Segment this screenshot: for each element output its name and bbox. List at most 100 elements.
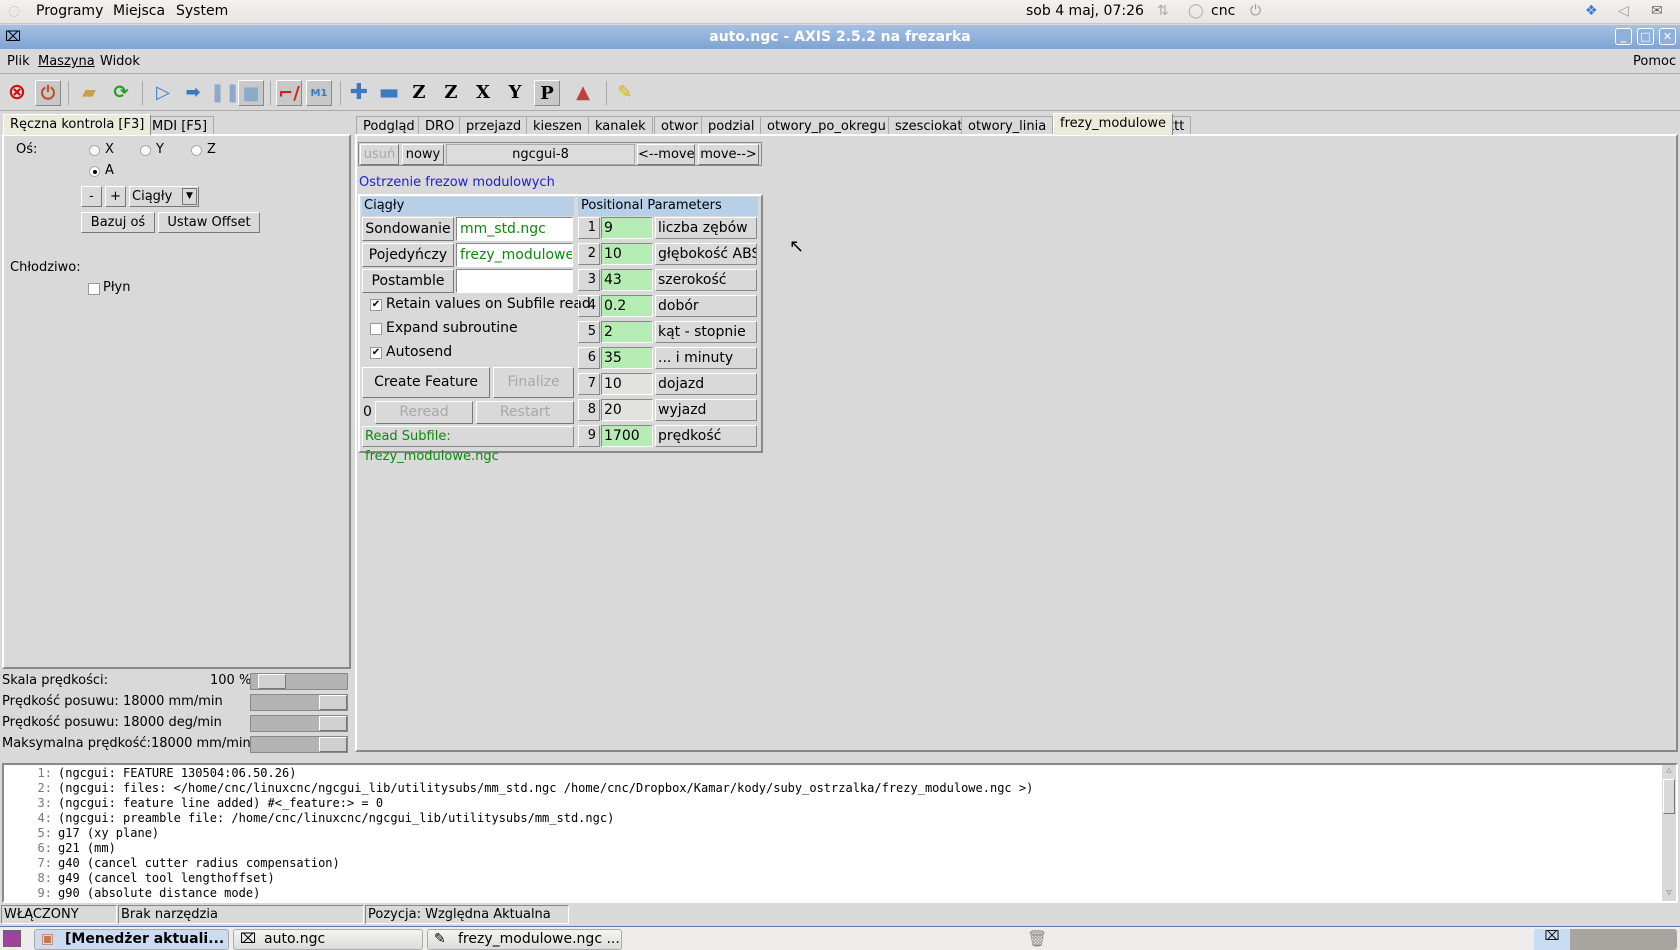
max-velocity-slider[interactable]	[250, 736, 348, 753]
postamble-file-field[interactable]	[456, 269, 573, 293]
power-icon[interactable]: ⏻	[1250, 3, 1261, 19]
autosend-checkbox[interactable]: ✔	[370, 347, 382, 359]
remove-button[interactable]: usuń	[360, 144, 399, 165]
tab-przejazd[interactable]: przejazd	[459, 116, 529, 136]
view-x-icon[interactable]: X	[470, 80, 496, 106]
scroll-down-icon[interactable]: ▽	[1662, 888, 1676, 901]
user-name[interactable]: cnc	[1211, 3, 1235, 19]
param-value-field[interactable]: 0.2	[601, 295, 653, 317]
workspace-switcher[interactable]: ⌧	[1534, 929, 1677, 950]
menu-programy[interactable]: Programy	[36, 3, 103, 19]
move-left-button[interactable]: <--move	[637, 144, 695, 165]
maximize-button[interactable]: □	[1637, 28, 1654, 45]
task-update-manager[interactable]: ▣ [Menedżer aktuali...	[34, 929, 229, 950]
trash-icon[interactable]: 🗑	[1027, 929, 1047, 948]
block-delete-icon[interactable]: ⌐/	[276, 80, 302, 106]
subfile-field[interactable]: frezy_modulowe.r	[456, 243, 573, 267]
retain-values-checkbox[interactable]: ✔	[370, 299, 382, 311]
tab-podzial[interactable]: podzial	[701, 116, 762, 136]
run-icon[interactable]: ▷	[150, 80, 176, 106]
flood-checkbox[interactable]	[88, 283, 100, 295]
gcode-listing[interactable]: 1: (ngcgui: FEATURE 130504:06.50.26) 2: (ng…	[2, 763, 1678, 903]
open-file-icon[interactable]: ▰	[76, 80, 102, 106]
angular-jog-speed-slider[interactable]	[250, 715, 348, 732]
scroll-up-icon[interactable]: △	[1662, 765, 1676, 778]
jog-speed-slider[interactable]	[250, 694, 348, 711]
gcode-line[interactable]: 3: (ngcgui: feature line added) #<_featur…	[4, 796, 384, 811]
param-value-field[interactable]: 35	[601, 347, 653, 369]
tab-dro[interactable]: DRO	[418, 116, 462, 136]
dropbox-icon[interactable]: ❖	[1585, 3, 1598, 19]
axis-x-radio[interactable]	[89, 145, 100, 156]
clear-plot-icon[interactable]: ✎	[612, 80, 638, 106]
task-editor[interactable]: ✎ frezy_modulowe.ngc ...	[427, 929, 622, 950]
jog-plus-button[interactable]: +	[105, 186, 126, 207]
jog-minus-button[interactable]: -	[81, 186, 102, 207]
subfile-button[interactable]: Pojedyńczy	[362, 243, 454, 267]
create-feature-button[interactable]: Create Feature	[362, 367, 490, 398]
gcode-line[interactable]: 6: g21 (mm)	[4, 841, 116, 856]
optional-stop-icon[interactable]: M1	[306, 80, 332, 106]
reload-icon[interactable]: ⟳	[108, 80, 134, 106]
preamble-button[interactable]: Sondowanie	[362, 217, 454, 241]
zoom-in-icon[interactable]: ✚	[346, 80, 372, 106]
menu-miejsca[interactable]: Miejsca	[113, 3, 165, 19]
task-axis[interactable]: ⌧ auto.ngc	[233, 929, 423, 950]
minimize-button[interactable]: _	[1615, 28, 1632, 45]
menu-pomoc[interactable]: Pomoc	[1633, 54, 1676, 69]
close-button[interactable]: ✕	[1659, 28, 1676, 45]
new-button[interactable]: nowy	[402, 144, 444, 165]
mail-icon[interactable]: ✉	[1651, 3, 1663, 19]
tab-otwor[interactable]: otwor	[654, 116, 705, 136]
tab-kieszen[interactable]: kieszen	[526, 116, 589, 136]
workspace-1[interactable]: ⌧	[1534, 929, 1570, 950]
slider-thumb[interactable]	[319, 716, 347, 731]
view-p-icon[interactable]: P	[534, 80, 560, 106]
view-z-icon[interactable]: Z	[406, 80, 432, 106]
window-title-bar[interactable]: ⌧ auto.ngc - AXIS 2.5.2 na frezarka _ □ …	[0, 25, 1680, 49]
log-scrollbar[interactable]: △ ▽	[1662, 765, 1676, 901]
volume-icon[interactable]: ◁	[1618, 3, 1629, 19]
axis-y-radio[interactable]	[140, 145, 151, 156]
power-icon[interactable]: ⏻	[35, 80, 61, 106]
finalize-button[interactable]: Finalize	[493, 367, 574, 398]
menu-plik[interactable]: Plik	[7, 54, 30, 69]
menu-widok[interactable]: Widok	[100, 54, 140, 69]
tab-otwory-linia[interactable]: otwory_linia	[961, 116, 1054, 136]
param-value-field[interactable]: 43	[601, 269, 653, 291]
param-value-field[interactable]: 10	[601, 243, 653, 265]
gcode-line[interactable]: 9: g90 (absolute distance mode)	[4, 886, 261, 901]
axis-a-radio[interactable]	[89, 166, 100, 177]
rotate-view-icon[interactable]: ▲	[570, 80, 596, 106]
param-value-field[interactable]: 9	[601, 217, 653, 239]
expand-subroutine-checkbox[interactable]	[370, 323, 382, 335]
gcode-line[interactable]: 4: (ngcgui: preamble file: /home/cnc/linu…	[4, 811, 615, 826]
feed-override-slider[interactable]	[250, 673, 348, 690]
scroll-thumb[interactable]	[1663, 779, 1675, 814]
tab-mdi[interactable]: MDI [F5]	[145, 116, 215, 136]
zoom-out-icon[interactable]: ▬	[376, 80, 402, 106]
gcode-line[interactable]: 1: (ngcgui: FEATURE 130504:06.50.26)	[4, 766, 297, 781]
show-desktop-icon[interactable]	[3, 930, 21, 947]
menu-maszyna[interactable]: Maszyna	[38, 54, 95, 69]
gcode-line[interactable]: 5: g17 (xy plane)	[4, 826, 160, 841]
slider-thumb[interactable]	[257, 674, 286, 689]
tab-frezy-modulowe[interactable]: frezy_modulowe	[1053, 113, 1173, 135]
slider-thumb[interactable]	[319, 737, 347, 752]
preamble-file-field[interactable]: mm_std.ngc	[456, 217, 573, 241]
axis-z-radio[interactable]	[191, 145, 202, 156]
step-icon[interactable]: ➡	[180, 80, 206, 106]
param-value-field[interactable]: 2	[601, 321, 653, 343]
tab-manual-control[interactable]: Ręczna kontrola [F3]	[3, 114, 152, 135]
view-y-icon[interactable]: Y	[502, 80, 528, 106]
slider-thumb[interactable]	[319, 695, 347, 710]
gcode-line[interactable]: 7: g40 (cancel cutter radius compensation…	[4, 856, 340, 871]
stop-icon[interactable]: ■	[238, 80, 264, 106]
tab-szesciokat[interactable]: szesciokat	[888, 116, 970, 136]
jog-mode-select[interactable]: Ciągły ▼	[129, 186, 199, 207]
view-z2-icon[interactable]: Z	[438, 80, 464, 106]
network-icon[interactable]: ⇅	[1157, 3, 1169, 19]
estop-icon[interactable]: ⊗	[4, 80, 30, 106]
tab-podgląd[interactable]: Podgląd	[356, 116, 422, 136]
gcode-line[interactable]: 2: (ngcgui: files: </home/cnc/linuxcnc/ng…	[4, 781, 1034, 796]
